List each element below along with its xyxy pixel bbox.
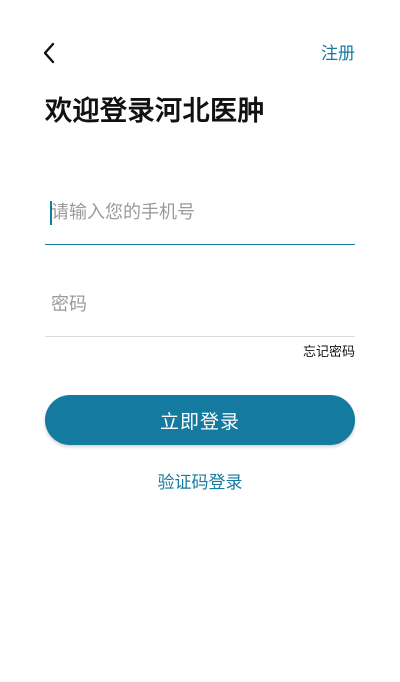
register-link[interactable]: 注册 bbox=[321, 42, 355, 66]
phone-field bbox=[45, 192, 355, 245]
chevron-left-icon bbox=[43, 42, 55, 64]
forgot-password-link[interactable]: 忘记密码 bbox=[303, 344, 355, 362]
page-title: 欢迎登录河北医肿 bbox=[45, 96, 265, 127]
password-field bbox=[45, 284, 355, 337]
text-cursor bbox=[50, 201, 52, 225]
login-button[interactable]: 立即登录 bbox=[45, 395, 355, 445]
back-button[interactable] bbox=[36, 36, 66, 70]
phone-input[interactable] bbox=[45, 192, 355, 232]
password-input[interactable] bbox=[45, 284, 355, 324]
sms-login-link[interactable]: 验证码登录 bbox=[0, 471, 400, 495]
